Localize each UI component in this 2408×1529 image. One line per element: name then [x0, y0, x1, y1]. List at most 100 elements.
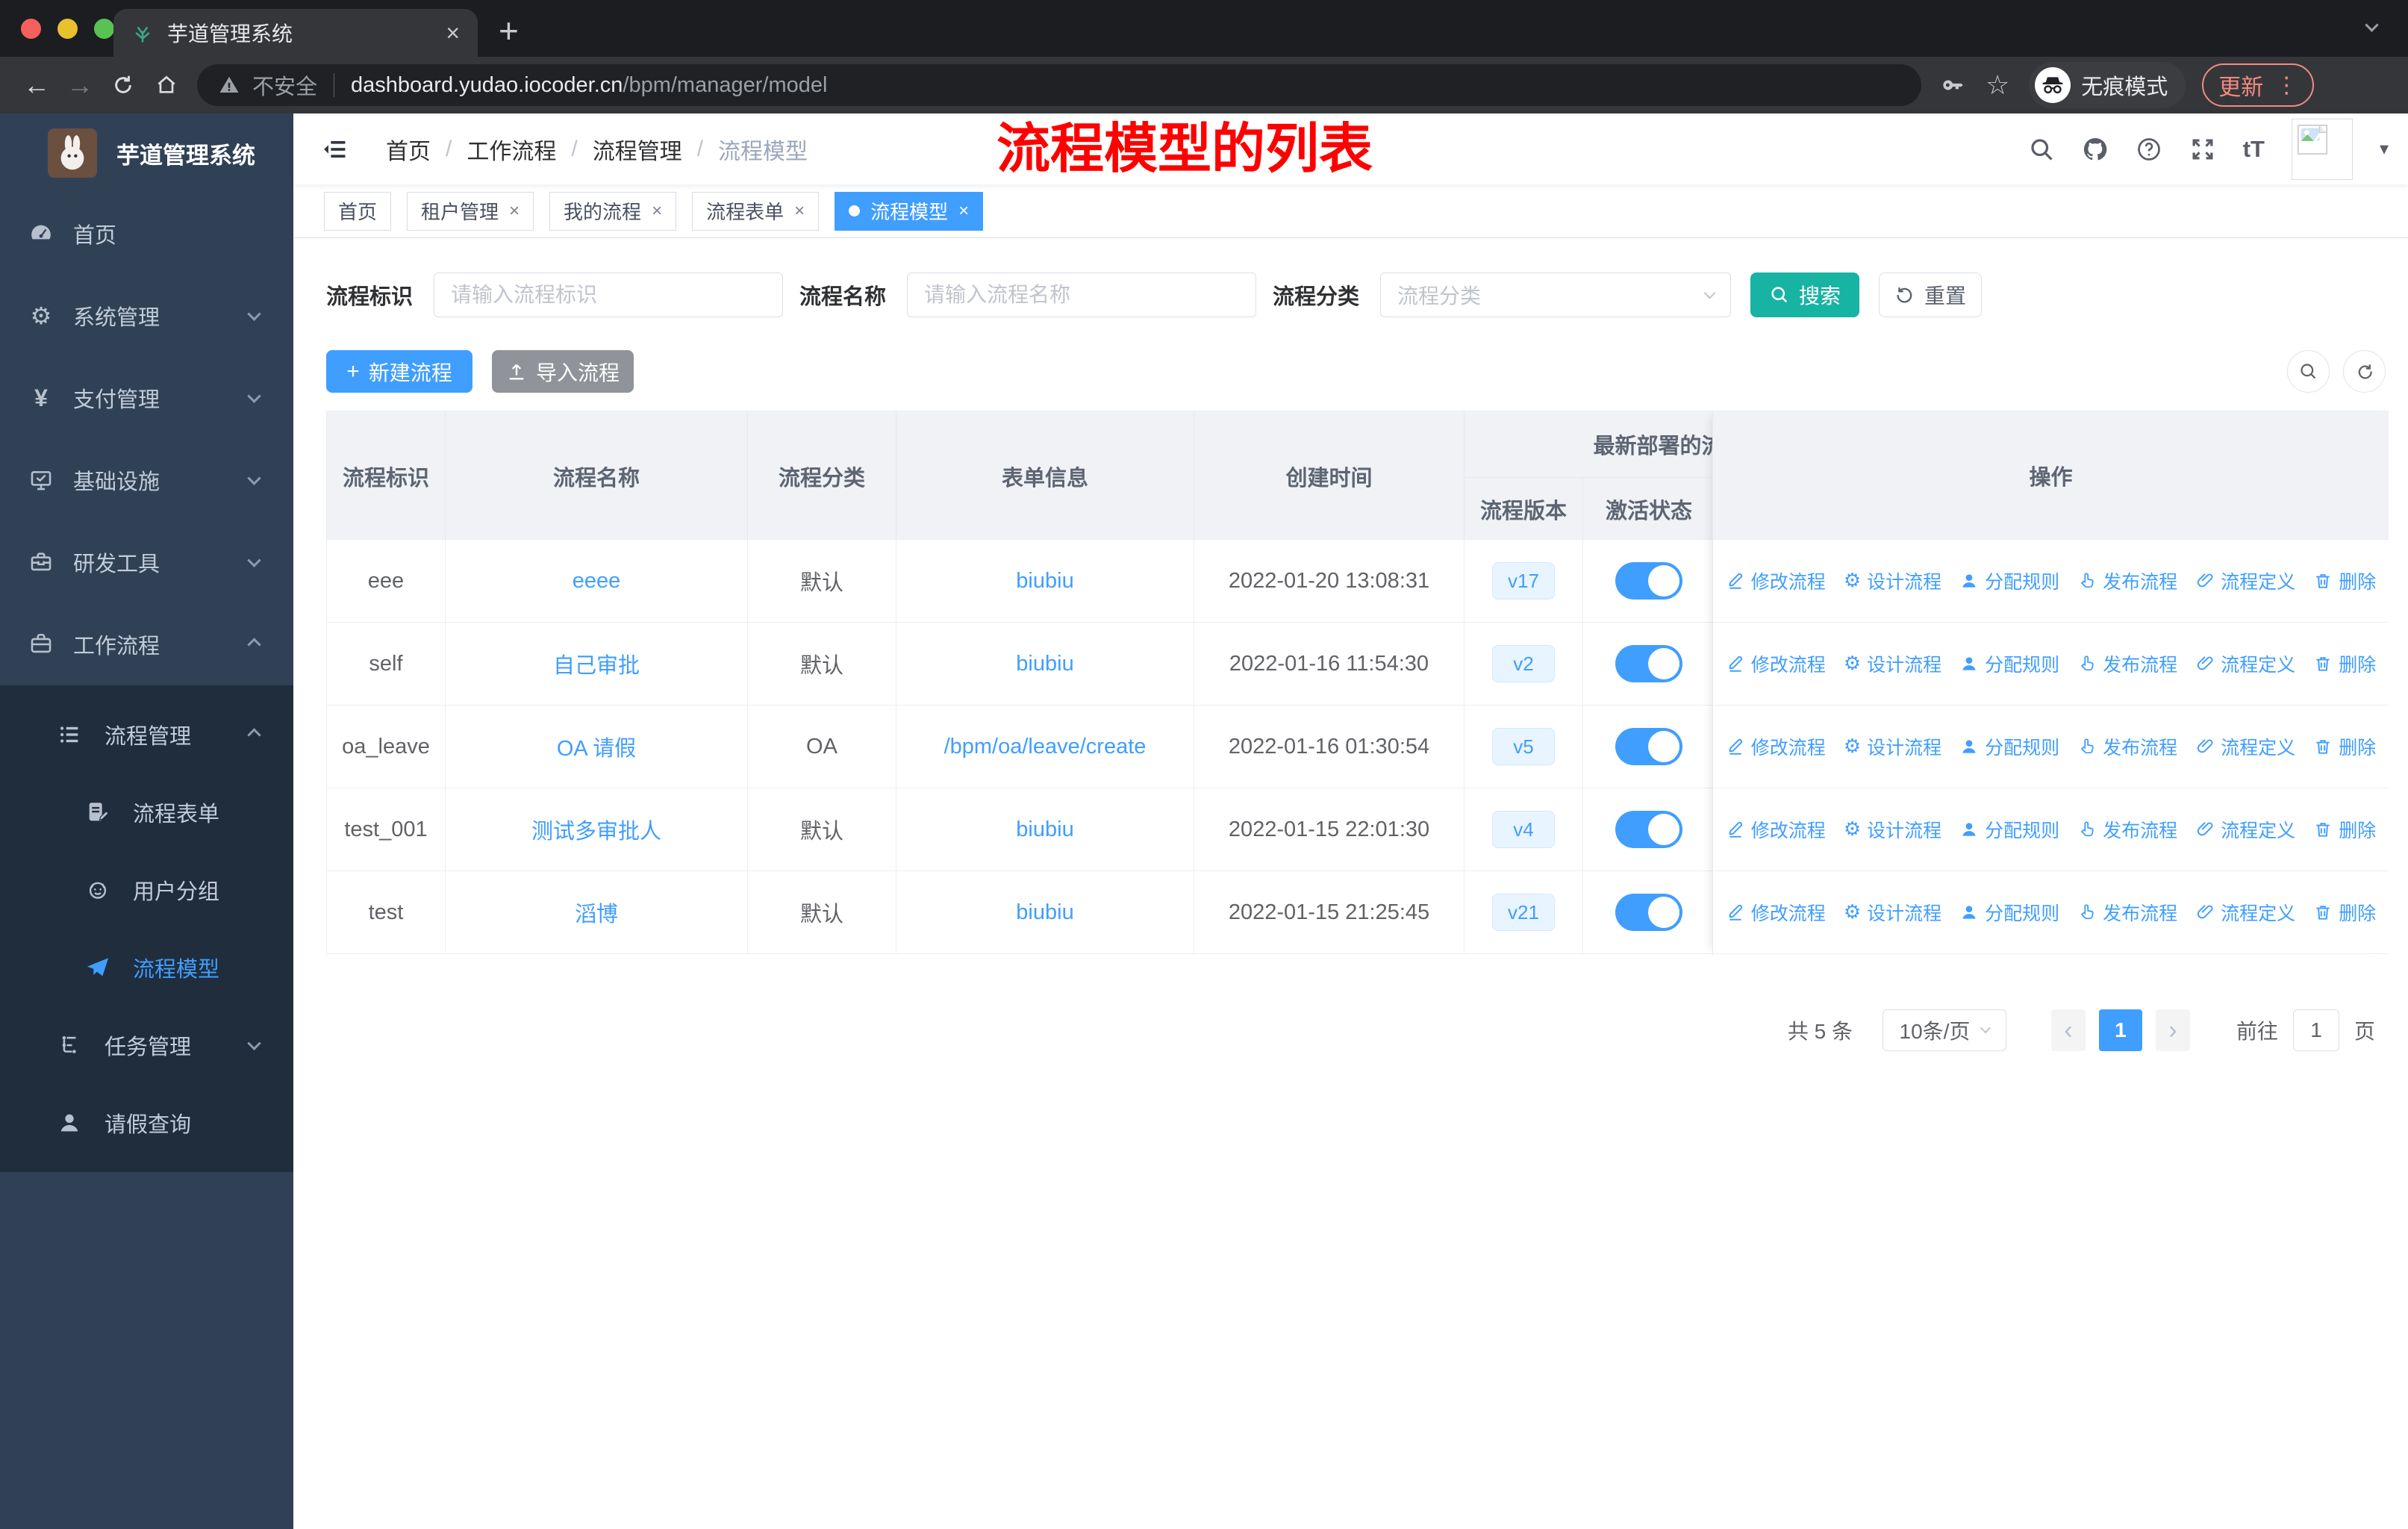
action-link[interactable]: 发布流程 — [2077, 899, 2177, 926]
browser-menu-icon[interactable]: ⋮ — [2275, 72, 2298, 99]
bookmark-star-icon[interactable]: ☆ — [1986, 69, 2009, 101]
action-link[interactable]: 分配规则 — [1959, 899, 2059, 926]
minimize-window-button[interactable] — [57, 18, 78, 39]
action-link[interactable]: 发布流程 — [2077, 650, 2177, 677]
action-link[interactable]: 流程定义 — [2195, 899, 2295, 926]
action-link[interactable]: 发布流程 — [2077, 567, 2177, 594]
active-toggle[interactable] — [1615, 728, 1682, 765]
back-icon[interactable]: ← — [15, 69, 58, 101]
tab-close-icon[interactable]: × — [446, 21, 460, 45]
security-label[interactable]: 不安全 — [252, 69, 317, 101]
import-process-button[interactable]: 导入流程 — [492, 350, 634, 393]
table-scroll-area[interactable]: 流程标识 流程名称 流程分类 表单信息 创建时间 最新部署的流程定义 流程版本 … — [327, 411, 1712, 956]
goto-page-input[interactable] — [2292, 1009, 2339, 1051]
sidebar-item[interactable]: ¥ 支付管理 — [0, 357, 293, 439]
action-link[interactable]: 分配规则 — [1959, 816, 2059, 843]
process-name-link[interactable]: 自己审批 — [553, 648, 640, 679]
sidebar-item[interactable]: 流程管理 — [0, 696, 293, 773]
form-info-link[interactable]: biubiu — [1016, 569, 1073, 594]
sidebar-item[interactable]: 请假查询 — [0, 1084, 293, 1162]
action-link[interactable]: ⚙ 设计流程 — [1844, 899, 1941, 926]
breadcrumb-item[interactable]: 流程管理 — [593, 133, 682, 166]
tag-close-icon[interactable]: × — [652, 201, 662, 222]
delete-link[interactable]: 删除 — [2313, 899, 2376, 926]
tab-overflow-chevron-icon[interactable] — [2365, 18, 2379, 32]
font-size-icon[interactable]: tT — [2243, 136, 2265, 163]
sidebar-item[interactable]: 基础设施 — [0, 439, 293, 521]
sidebar-item[interactable]: 任务管理 — [0, 1006, 293, 1084]
sidebar-item[interactable]: 研发工具 — [0, 521, 293, 603]
process-name-link[interactable]: eeee — [573, 569, 621, 594]
reset-button[interactable]: 重置 — [1879, 273, 1983, 317]
action-link[interactable]: 修改流程 — [1726, 567, 1826, 594]
action-link[interactable]: 流程定义 — [2195, 567, 2295, 594]
action-link[interactable]: 修改流程 — [1726, 650, 1826, 677]
user-avatar[interactable] — [2291, 118, 2353, 180]
action-link[interactable]: 流程定义 — [2195, 733, 2295, 760]
tag-chip[interactable]: 首页 — [324, 191, 392, 231]
show-search-icon[interactable] — [2287, 350, 2330, 393]
form-info-link[interactable]: biubiu — [1016, 900, 1073, 925]
page-size-select[interactable]: 10条/页 — [1882, 1009, 2006, 1051]
browser-update-button[interactable]: 更新 ⋮ — [2202, 63, 2315, 107]
action-link[interactable]: ⚙ 设计流程 — [1844, 733, 1941, 760]
action-link[interactable]: 修改流程 — [1726, 816, 1826, 843]
action-link[interactable]: 修改流程 — [1726, 733, 1826, 760]
tag-close-icon[interactable]: × — [794, 201, 805, 222]
github-icon[interactable] — [2082, 136, 2109, 163]
refresh-icon[interactable] — [2343, 350, 2386, 393]
tag-close-icon[interactable]: × — [958, 201, 969, 222]
action-link[interactable]: 流程定义 — [2195, 650, 2295, 677]
sidebar-item[interactable]: 流程模型 — [0, 929, 293, 1006]
caret-down-icon[interactable]: ▾ — [2380, 138, 2389, 160]
action-link[interactable]: ⚙ 设计流程 — [1844, 650, 1941, 677]
active-toggle[interactable] — [1615, 811, 1682, 848]
action-link[interactable]: 分配规则 — [1959, 650, 2059, 677]
sidebar-logo[interactable]: 芋道管理系统 — [0, 113, 293, 193]
sidebar-item[interactable]: 首页 — [0, 193, 293, 275]
action-link[interactable]: 流程定义 — [2195, 816, 2295, 843]
zoom-window-button[interactable] — [94, 18, 114, 39]
sidebar-item[interactable]: 用户分组 — [0, 851, 293, 929]
process-name-link[interactable]: OA 请假 — [557, 731, 636, 762]
forward-icon[interactable]: → — [58, 69, 102, 101]
sidebar-item[interactable]: 流程表单 — [0, 773, 293, 851]
delete-link[interactable]: 删除 — [2313, 650, 2376, 677]
form-info-link[interactable]: /bpm/oa/leave/create — [944, 735, 1147, 759]
address-bar[interactable]: 不安全 dashboard.yudao.iocoder.cn/bpm/manag… — [197, 64, 1921, 106]
action-link[interactable]: 修改流程 — [1726, 899, 1826, 926]
form-info-link[interactable]: biubiu — [1016, 818, 1073, 842]
action-link[interactable]: ⚙ 设计流程 — [1844, 567, 1941, 594]
filter-name-input[interactable] — [907, 273, 1257, 317]
search-button[interactable]: 搜索 — [1750, 273, 1860, 317]
prev-page-button[interactable]: ‹ — [2050, 1009, 2086, 1051]
page-number-button[interactable]: 1 — [2098, 1009, 2142, 1051]
sidebar-item[interactable]: ⚙ 系统管理 — [0, 275, 293, 357]
filter-key-input[interactable] — [434, 273, 784, 317]
active-toggle[interactable] — [1615, 645, 1682, 682]
action-link[interactable]: 分配规则 — [1959, 733, 2059, 760]
security-warning-icon[interactable] — [218, 74, 240, 96]
close-window-button[interactable] — [21, 18, 41, 39]
tag-chip[interactable]: 流程表单 × — [692, 191, 820, 231]
action-link[interactable]: 发布流程 — [2077, 733, 2177, 760]
action-link[interactable]: 发布流程 — [2077, 816, 2177, 843]
process-name-link[interactable]: 测试多审批人 — [531, 814, 661, 845]
delete-link[interactable]: 删除 — [2313, 816, 2376, 843]
filter-category-select[interactable]: 流程分类 — [1380, 273, 1732, 317]
search-icon[interactable] — [2028, 136, 2055, 163]
create-process-button[interactable]: + 新建流程 — [326, 350, 472, 393]
active-toggle[interactable] — [1615, 562, 1682, 600]
action-link[interactable]: 分配规则 — [1959, 567, 2059, 594]
home-icon[interactable] — [145, 73, 188, 97]
form-info-link[interactable]: biubiu — [1016, 652, 1073, 676]
tag-close-icon[interactable]: × — [509, 201, 520, 222]
help-icon[interactable] — [2136, 136, 2162, 163]
process-name-link[interactable]: 滔博 — [575, 897, 618, 928]
action-link[interactable]: ⚙ 设计流程 — [1844, 816, 1941, 843]
url-text[interactable]: dashboard.yudao.iocoder.cn/bpm/manager/m… — [351, 73, 827, 98]
browser-tab[interactable]: 芋道管理系统 × — [113, 9, 478, 57]
tag-chip[interactable]: 流程模型 × — [835, 191, 984, 231]
delete-link[interactable]: 删除 — [2313, 567, 2376, 594]
active-toggle[interactable] — [1615, 894, 1682, 931]
